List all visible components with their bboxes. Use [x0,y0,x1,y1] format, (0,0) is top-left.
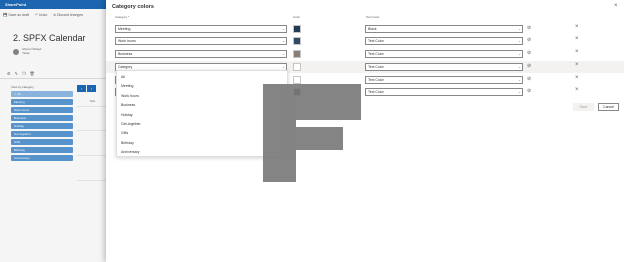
remove-row-icon[interactable]: × [575,24,579,30]
category-dropdown[interactable]: Meeting ⌄ [115,25,287,33]
color-swatch[interactable] [293,37,301,45]
trash-icon[interactable]: ⊘ [527,76,531,82]
remove-row-icon[interactable]: × [575,36,579,42]
text-color-dropdown[interactable]: Black ⌄ [365,25,523,33]
text-color-value: Text Color [368,65,384,69]
chevron-down-icon: ⌄ [518,78,521,82]
modal-overlay[interactable] [0,0,106,262]
column-header-color: Color [293,15,301,19]
dropdown-option[interactable]: Meeting [117,82,287,91]
dropdown-option[interactable]: Get-together [117,120,287,129]
dropdown-option[interactable]: Anniversary [117,148,287,157]
trash-icon[interactable]: ⊘ [527,37,531,43]
text-color-dropdown[interactable]: Text Color ⌄ [365,50,523,58]
chevron-down-icon: ⌄ [282,39,285,43]
text-color-value: Text Color [368,39,384,43]
dropdown-option[interactable]: Birthday [117,139,287,148]
column-header-category: Category * [115,15,130,19]
cancel-button[interactable]: Cancel [598,103,619,111]
trash-icon[interactable]: ⊘ [527,25,531,31]
text-color-dropdown[interactable]: Text Color ⌄ [365,37,523,45]
remove-row-icon[interactable]: × [575,75,579,81]
category-dropdown[interactable]: Business ⌄ [115,50,287,58]
text-color-dropdown[interactable]: Text Color ⌄ [365,63,523,71]
category-value: Meeting [118,27,131,31]
chevron-down-icon: ⌄ [518,65,521,69]
category-row: Meeting ⌄ Black ⌄ ⊘ × [106,23,624,35]
dropdown-option[interactable]: Business [117,101,287,110]
remove-row-icon[interactable]: × [575,62,579,68]
trash-icon[interactable]: ⊘ [527,63,531,69]
chevron-down-icon: ⌄ [518,27,521,31]
text-color-value: Black [368,27,377,31]
watermark-logo [263,84,361,182]
color-swatch[interactable] [293,25,301,33]
category-value: Category [118,65,133,69]
dropdown-option[interactable]: Holiday [117,111,287,120]
color-swatch[interactable] [293,76,301,84]
text-color-value: Text Color [368,78,384,82]
chevron-down-icon: ⌄ [282,52,285,56]
dropdown-option[interactable]: Gifts [117,129,287,138]
remove-row-icon[interactable]: × [575,49,579,55]
text-color-value: Text Color [368,90,384,94]
category-dropdown[interactable]: Work hours ⌄ [115,37,287,45]
color-swatch[interactable] [293,63,301,71]
trash-icon[interactable]: ⊘ [527,50,531,56]
chevron-down-icon: ⌄ [282,27,285,31]
text-color-value: Text Color [368,52,384,56]
column-header-text-color: Text Color [366,15,380,19]
text-color-dropdown[interactable]: Text Color ⌄ [365,88,523,96]
chevron-down-icon: ⌄ [518,39,521,43]
close-icon[interactable]: × [614,3,618,9]
save-button[interactable]: Save [573,103,594,111]
category-value: Work hours [118,39,136,43]
chevron-down-icon: ⌄ [518,90,521,94]
category-row: Work hours ⌄ Text Color ⌄ ⊘ × [106,35,624,47]
dialog-title: Category colors [112,4,154,10]
category-value: Business [118,52,133,56]
color-swatch[interactable] [293,50,301,58]
dropdown-option[interactable]: Work hours [117,92,287,101]
dropdown-option[interactable]: All [117,73,287,82]
trash-icon[interactable]: ⊘ [527,88,531,94]
text-color-dropdown[interactable]: Text Color ⌄ [365,76,523,84]
chevron-down-icon: ⌄ [518,52,521,56]
remove-row-icon[interactable]: × [575,87,579,93]
category-row: Business ⌄ Text Color ⌄ ⊘ × [106,48,624,60]
